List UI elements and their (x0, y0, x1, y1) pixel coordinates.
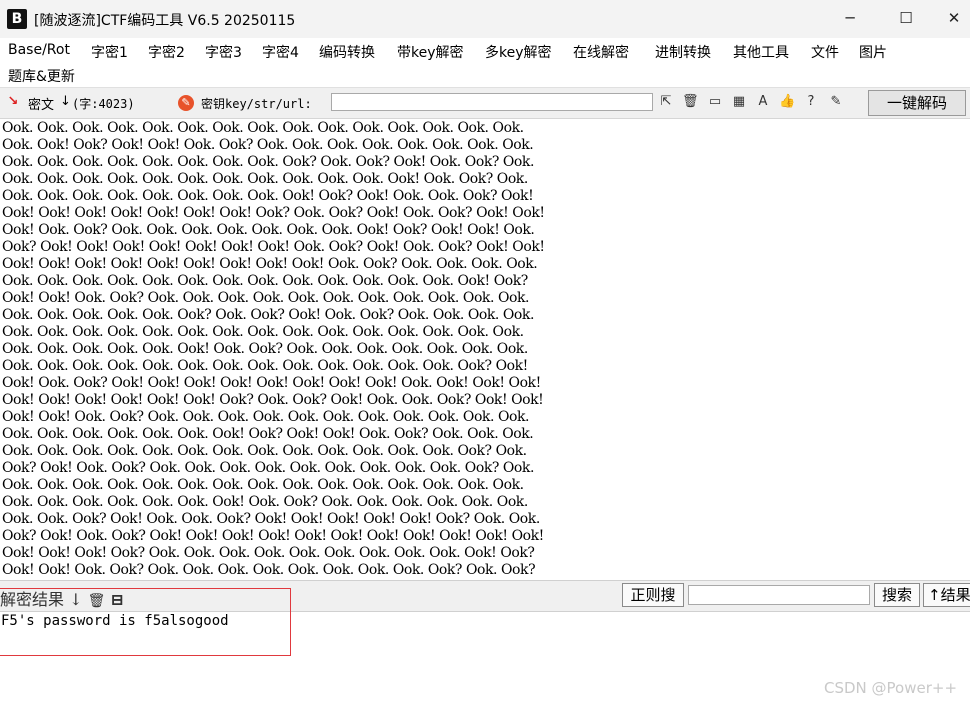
cipher-line: Ook! Ook! Ook! Ook! Ook! Ook! Ook? Ook. … (2, 392, 544, 408)
menu-item-question-bank[interactable]: 题库&更新 (8, 66, 75, 86)
menu-item-zimi3[interactable]: 字密3 (205, 42, 242, 62)
menu-bar: Base/Rot 字密1 字密2 字密3 字密4 编码转换 带key解密 多ke… (0, 38, 970, 86)
cipher-line: Ook? Ook! Ook. Ook? Ook! Ook! Ook! Ook! … (2, 528, 544, 544)
cipher-line: Ook. Ook. Ook. Ook. Ook. Ook. Ook. Ook. … (2, 120, 524, 136)
cipher-line: Ook! Ook! Ook! Ook! Ook! Ook! Ook! Ook! … (2, 256, 538, 272)
cipher-line: Ook! Ook. Ook? Ook. Ook. Ook. Ook. Ook. … (2, 222, 535, 238)
key-input[interactable] (331, 93, 653, 111)
close-button[interactable]: ✕ (938, 4, 970, 32)
cipher-line: Ook. Ook. Ook. Ook. Ook. Ook. Ook. Ook. … (2, 324, 524, 340)
menu-item-zimi4[interactable]: 字密4 (262, 42, 299, 62)
cipher-line: Ook. Ook. Ook. Ook. Ook. Ook. Ook! Ook? … (2, 426, 534, 442)
menu-item-encoding[interactable]: 编码转换 (319, 42, 375, 62)
cipher-toolbar: ↘ 密文 ↓ (字:4023) ✎ 密钥key/str/url: ⇱ 🗑 ▭ ▦… (0, 87, 970, 119)
cipher-line: Ook! Ook! Ook! Ook! Ook! Ook! Ook! Ook? … (2, 205, 545, 221)
terminal-icon[interactable]: ▭ (707, 94, 723, 110)
key-label: 密钥key/str/url: (201, 97, 312, 111)
search-button[interactable]: 搜索 (874, 583, 920, 607)
cipher-line: Ook. Ook. Ook. Ook. Ook. Ook? Ook. Ook? … (2, 307, 534, 323)
one-click-decode-button[interactable]: 一键解码 (868, 90, 966, 116)
thumbs-up-icon[interactable]: 👍 (779, 94, 795, 110)
regex-search-button[interactable]: 正则搜 (622, 583, 684, 607)
menu-item-image[interactable]: 图片 (859, 42, 887, 62)
window-title: [随波逐流]CTF编码工具 V6.5 20250115 (34, 13, 296, 29)
cipher-line: Ook. Ook. Ook? Ook! Ook. Ook. Ook? Ook! … (2, 511, 540, 527)
menu-item-key-decrypt[interactable]: 带key解密 (397, 42, 464, 62)
edit-icon[interactable]: ✎ (828, 94, 844, 110)
menu-item-online-decrypt[interactable]: 在线解密 (573, 42, 629, 62)
menu-item-multikey-decrypt[interactable]: 多key解密 (485, 42, 552, 62)
maximize-button[interactable]: ☐ (886, 4, 926, 32)
cipher-line: Ook. Ook. Ook. Ook. Ook. Ook. Ook. Ook. … (2, 171, 528, 187)
cipher-line: Ook! Ook! Ook! Ook? Ook. Ook. Ook. Ook. … (2, 545, 535, 561)
menu-item-file[interactable]: 文件 (811, 42, 839, 62)
font-icon[interactable]: A (755, 94, 771, 110)
key-icon: ✎ (178, 95, 194, 111)
char-count: (字:4023) (72, 97, 135, 111)
help-icon[interactable]: ? (803, 94, 819, 110)
cipher-line: Ook! Ook! Ook. Ook? Ook. Ook. Ook. Ook. … (2, 562, 536, 578)
title-bar: B [随波逐流]CTF编码工具 V6.5 20250115 ─ ☐ ✕ (0, 0, 970, 38)
cipher-line: Ook? Ook! Ook. Ook? Ook. Ook. Ook. Ook. … (2, 460, 534, 476)
app-logo: B (7, 9, 27, 29)
cipher-line: Ook. Ook. Ook. Ook. Ook. Ook. Ook. Ook. … (2, 273, 528, 289)
menu-item-base-convert[interactable]: 进制转换 (655, 42, 711, 62)
cursor-select-icon[interactable]: ⇱ (658, 94, 674, 110)
cipher-icon: ↘ (7, 94, 19, 109)
menu-item-zimi1[interactable]: 字密1 (91, 42, 128, 62)
cipher-textarea[interactable]: Ook. Ook. Ook. Ook. Ook. Ook. Ook. Ook. … (0, 119, 970, 579)
result-up-button[interactable]: ↑结果 (923, 583, 970, 607)
cipher-line: Ook! Ook! Ook. Ook? Ook. Ook. Ook. Ook. … (2, 409, 530, 425)
cipher-line: Ook. Ook. Ook. Ook. Ook. Ook. Ook. Ook. … (2, 443, 527, 459)
menu-item-other-tools[interactable]: 其他工具 (733, 42, 789, 62)
minimize-button[interactable]: ─ (830, 4, 870, 32)
cipher-line: Ook. Ook. Ook. Ook. Ook. Ook. Ook. Ook. … (2, 188, 534, 204)
arrow-up-icon: ↑ (928, 586, 941, 604)
cipher-line: Ook. Ook. Ook. Ook. Ook. Ook. Ook. Ook. … (2, 154, 534, 170)
result-up-label: 结果 (940, 586, 970, 604)
cipher-line: Ook? Ook! Ook! Ook! Ook! Ook! Ook! Ook! … (2, 239, 545, 255)
cipher-line: Ook! Ook! Ook. Ook? Ook. Ook. Ook. Ook. … (2, 290, 530, 306)
cipher-line: Ook. Ook. Ook. Ook. Ook. Ook. Ook. Ook. … (2, 358, 528, 374)
watermark: CSDN @Power++ (824, 679, 958, 697)
cipher-line: Ook. Ook. Ook. Ook. Ook. Ook. Ook. Ook. … (2, 477, 524, 493)
sort-down-icon[interactable]: ↓ (60, 94, 71, 109)
highlight-box (0, 588, 291, 656)
cipher-label: 密文 (28, 98, 55, 113)
menu-item-base-rot[interactable]: Base/Rot (8, 42, 70, 58)
menu-item-zimi2[interactable]: 字密2 (148, 42, 185, 62)
cipher-line: Ook. Ook. Ook. Ook. Ook. Ook. Ook! Ook. … (2, 494, 528, 510)
calculator-icon[interactable]: ▦ (731, 94, 747, 110)
cipher-line: Ook. Ook. Ook. Ook. Ook. Ook! Ook. Ook? … (2, 341, 528, 357)
trash-icon[interactable]: 🗑 (682, 94, 699, 110)
search-input[interactable] (688, 585, 870, 605)
cipher-line: Ook. Ook! Ook? Ook! Ook! Ook. Ook? Ook. … (2, 137, 534, 153)
cipher-line: Ook! Ook. Ook? Ook! Ook! Ook! Ook! Ook! … (2, 375, 541, 391)
